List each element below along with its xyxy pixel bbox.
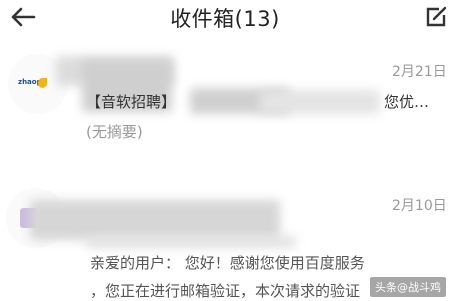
email-date: 2月10日 <box>392 198 447 214</box>
app-header: 收件箱(13) <box>0 0 450 36</box>
compose-icon[interactable] <box>424 5 448 29</box>
blurred-sender <box>86 236 296 248</box>
email-subject: 【音软招聘】 <box>86 93 177 111</box>
email-subject-end: 您优… <box>384 93 430 111</box>
blurred-subject <box>260 90 380 114</box>
page-title: 收件箱(13) <box>170 7 280 31</box>
watermark: 头条@战斗鸡 <box>370 277 446 297</box>
email-preview-line: 亲爱的用户： 您好！感谢您使用百度服务 <box>90 254 365 272</box>
logo-mark-icon <box>38 78 47 88</box>
email-summary: (无摘要) <box>86 123 143 141</box>
email-date: 2月21日 <box>392 64 447 80</box>
email-list-item[interactable]: zhaop 2月21日 【音软招聘】 您优… (无摘要) <box>0 36 450 186</box>
email-preview-line: ，您正在进行邮箱验证，本次请求的验证 <box>90 282 361 300</box>
blurred-sender <box>30 200 280 240</box>
